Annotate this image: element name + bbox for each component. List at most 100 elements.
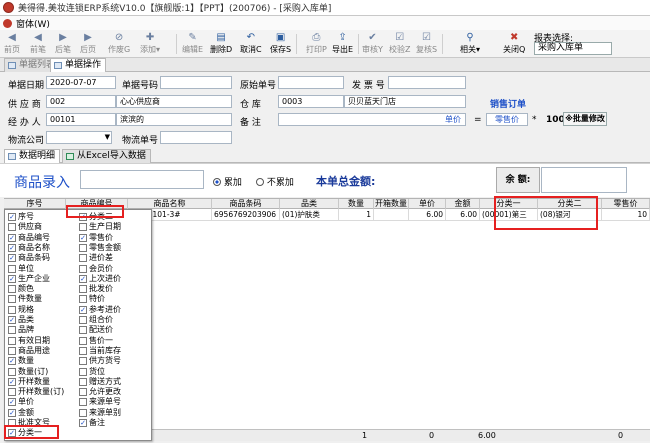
product-entry-input[interactable] [80, 170, 204, 189]
tab-doc-operation[interactable]: 单据操作 [50, 58, 107, 72]
checkbox-checked-icon[interactable]: ✓ [8, 408, 16, 417]
checkbox-icon[interactable] [79, 285, 87, 294]
checkbox-icon[interactable] [8, 346, 16, 355]
export-button[interactable]: ⇪ 导出E [332, 31, 353, 57]
column-option[interactable]: ✓ 金额 [8, 408, 34, 418]
column-option[interactable]: 商品用途 [8, 346, 50, 356]
checkbox-icon[interactable] [8, 388, 16, 397]
column-option[interactable]: 有效日期 [8, 336, 50, 346]
column-option[interactable]: ✓ 开样数量 [8, 377, 50, 387]
checkbox-icon[interactable] [79, 295, 87, 304]
prev-record-button[interactable]: ◀ 前笔 [30, 31, 46, 57]
checkbox-checked-icon[interactable]: ✓ [8, 274, 16, 283]
column-option[interactable]: ✓ 数量 [8, 356, 34, 366]
checkbox-icon[interactable] [79, 346, 87, 355]
checkbox-icon[interactable] [79, 357, 87, 366]
column-option[interactable]: 售价一 [79, 336, 113, 346]
prev-page-button[interactable]: ◀ 前页 [4, 31, 20, 57]
menu-window[interactable]: 窗体(W) [16, 17, 50, 30]
chevron-down-icon[interactable]: ▼ [105, 132, 110, 143]
checkbox-icon[interactable] [79, 316, 87, 324]
sales-order-link[interactable]: 销售订单 [490, 97, 526, 110]
checkbox-checked-icon[interactable]: ✓ [79, 274, 87, 283]
table-cell[interactable]: 1 [339, 209, 374, 220]
column-option[interactable]: 零售金额 [79, 243, 121, 253]
column-option[interactable]: 数量(订) [8, 367, 48, 377]
column-option[interactable]: 进价差 [79, 253, 113, 263]
tab-data-detail[interactable]: 数据明细 [4, 149, 61, 163]
radio-accumulate[interactable]: 累加 [213, 175, 242, 188]
column-option[interactable]: ✓ 备注 [79, 418, 105, 428]
table-cell[interactable]: 6956769203906 [212, 209, 280, 220]
next-record-button[interactable]: ▶ 后笔 [55, 31, 71, 57]
column-option[interactable]: ✓ 零售价 [79, 233, 113, 243]
save-button[interactable]: ▣ 保存S [270, 31, 291, 57]
checkbox-icon[interactable] [8, 305, 16, 314]
column-option[interactable]: 货位 [79, 367, 105, 377]
checkbox-icon[interactable] [79, 388, 87, 397]
table-cell[interactable] [374, 209, 409, 220]
column-header[interactable]: 零售价 [602, 199, 650, 209]
column-option[interactable]: 当前库存 [79, 346, 121, 356]
column-option[interactable]: 单位 [8, 264, 34, 274]
checkbox-checked-icon[interactable]: ✓ [8, 243, 16, 252]
checkbox-checked-icon[interactable]: ✓ [79, 233, 87, 242]
logistics-select[interactable]: ▼ [46, 131, 112, 144]
column-option[interactable]: ✓ 商品名称 [8, 243, 50, 253]
column-option[interactable]: 批发价 [79, 284, 113, 294]
checkbox-icon[interactable] [79, 264, 87, 273]
column-header[interactable]: 数量 [339, 199, 374, 209]
column-option[interactable]: 赠送方式 [79, 377, 121, 387]
checkbox-icon[interactable] [79, 398, 87, 407]
tab-excel-import[interactable]: 从Excel导入数据 [62, 149, 151, 163]
checkbox-checked-icon[interactable]: ✓ [8, 233, 16, 242]
report-select-input[interactable]: 采购入库单 [534, 42, 612, 55]
checkbox-icon[interactable] [79, 377, 87, 386]
checkbox-icon[interactable] [8, 285, 16, 294]
checkbox-checked-icon[interactable]: ✓ [8, 398, 16, 407]
column-option[interactable]: 会员价 [79, 264, 113, 274]
warehouse-code-field[interactable]: 0003 [278, 95, 344, 108]
column-option[interactable]: ✓ 生产企业 [8, 274, 50, 284]
retail-price-select[interactable]: 零售价 [486, 113, 528, 126]
column-option[interactable]: ✓ 单价 [8, 397, 34, 407]
checkbox-checked-icon[interactable]: ✓ [8, 316, 16, 324]
checkbox-checked-icon[interactable]: ✓ [8, 254, 16, 263]
checkbox-icon[interactable] [8, 326, 16, 335]
column-header[interactable]: 开箱数量 [374, 199, 409, 209]
checkbox-icon[interactable] [8, 367, 16, 376]
audit-button[interactable]: ✔ 审核Y [362, 31, 383, 57]
column-option[interactable]: ✓ 商品编号 [8, 233, 50, 243]
table-cell[interactable]: 6.00 [446, 209, 480, 220]
delete-button[interactable]: ▤ 删除D [210, 31, 232, 57]
close-button[interactable]: ✖ 关闭Q [503, 31, 525, 57]
column-option[interactable]: 允许更改 [79, 387, 121, 397]
logistics-no-field[interactable] [160, 131, 232, 144]
doc-date-field[interactable]: 2020-07-07 [46, 76, 116, 89]
column-option[interactable]: ✓ 品类 [8, 315, 34, 325]
column-option[interactable]: 特价 [79, 294, 105, 304]
checkbox-icon[interactable] [79, 223, 87, 232]
column-option[interactable]: 件数量 [8, 294, 42, 304]
column-option[interactable]: 规格 [8, 305, 34, 315]
column-option[interactable]: 供应商 [8, 222, 42, 232]
column-option[interactable]: 开样数量(订) [8, 387, 64, 397]
table-cell[interactable]: 6.00 [409, 209, 446, 220]
print-button[interactable]: ⎙ 打印P [306, 31, 327, 57]
checkbox-icon[interactable] [8, 264, 16, 273]
radio-no-accumulate[interactable]: 不累加 [256, 175, 294, 188]
table-cell[interactable]: (01)护肤类 [280, 209, 339, 220]
column-header[interactable]: 品类 [280, 199, 339, 209]
note-field[interactable]: 单价 [278, 113, 466, 126]
doc-no-field[interactable] [160, 76, 232, 89]
column-option[interactable]: 配送价 [79, 325, 113, 335]
checkbox-icon[interactable] [79, 408, 87, 417]
checkbox-checked-icon[interactable]: ✓ [79, 305, 87, 314]
checkbox-icon[interactable] [79, 254, 87, 263]
column-header[interactable]: 商品条码 [212, 199, 280, 209]
checkbox-checked-icon[interactable]: ✓ [8, 357, 16, 366]
related-button[interactable]: ⚲ 相关▾ [460, 31, 480, 57]
checkbox-checked-icon[interactable]: ✓ [8, 213, 16, 221]
column-option[interactable]: 来源单号 [79, 397, 121, 407]
add-button[interactable]: ✚ 添加▾ [140, 31, 160, 57]
